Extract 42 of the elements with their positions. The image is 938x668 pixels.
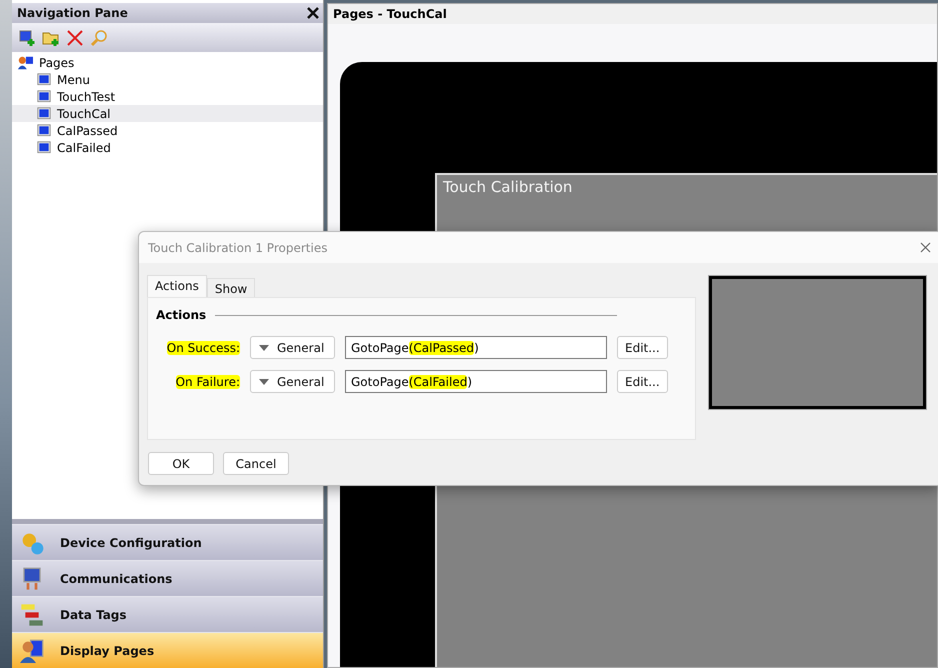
tree-item[interactable]: CalPassed: [57, 124, 118, 138]
tags-icon: [20, 602, 44, 626]
close-icon[interactable]: [307, 7, 319, 19]
caret-icon: [259, 378, 269, 384]
section-button[interactable]: Device Configuration: [12, 524, 323, 560]
pane-title: Navigation Pane: [17, 6, 128, 20]
group-title: Actions: [156, 308, 206, 322]
action-label: On Failure:: [174, 374, 240, 388]
add-page-icon: [18, 28, 36, 46]
dialog-button[interactable]: Cancel: [223, 452, 289, 475]
tree-item[interactable]: Menu: [57, 72, 90, 86]
action-label: On Success:: [166, 340, 240, 354]
pages-icon: [16, 54, 34, 70]
tree-item[interactable]: TouchTest: [57, 90, 116, 104]
action-field[interactable]: GotoPage(CalFailed): [345, 370, 607, 393]
tab[interactable]: Actions: [147, 275, 207, 297]
user-screen-icon: [20, 638, 44, 662]
screen-title: Touch Calibration: [443, 178, 572, 196]
page-icon: [36, 106, 52, 120]
tree-item[interactable]: TouchCal: [57, 106, 111, 120]
section-button[interactable]: Display Pages: [12, 632, 323, 668]
page-icon: [36, 90, 52, 104]
type-dropdown[interactable]: General: [250, 336, 335, 359]
dialog-button[interactable]: OK: [148, 452, 214, 475]
section-button[interactable]: Communications: [12, 560, 323, 596]
edit-button[interactable]: Edit...: [617, 336, 668, 359]
type-dropdown[interactable]: General: [250, 370, 335, 393]
action-field[interactable]: GotoPage(CalPassed): [345, 336, 607, 359]
page-icon: [36, 124, 52, 138]
tab[interactable]: Show: [206, 278, 256, 297]
section-button[interactable]: Data Tags: [12, 596, 323, 632]
page-icon: [36, 140, 52, 154]
document-title: Pages - TouchCal: [328, 4, 937, 24]
search-icon: [90, 28, 108, 46]
gears-icon: [20, 530, 44, 554]
tree-item[interactable]: Pages: [39, 56, 74, 70]
edit-button[interactable]: Edit...: [617, 370, 668, 393]
caret-icon: [259, 344, 269, 350]
dialog-title: Touch Calibration 1 Properties: [148, 240, 328, 254]
tree-item[interactable]: CalFailed: [57, 140, 111, 154]
delete-icon: [66, 28, 84, 46]
page-icon: [36, 72, 52, 86]
